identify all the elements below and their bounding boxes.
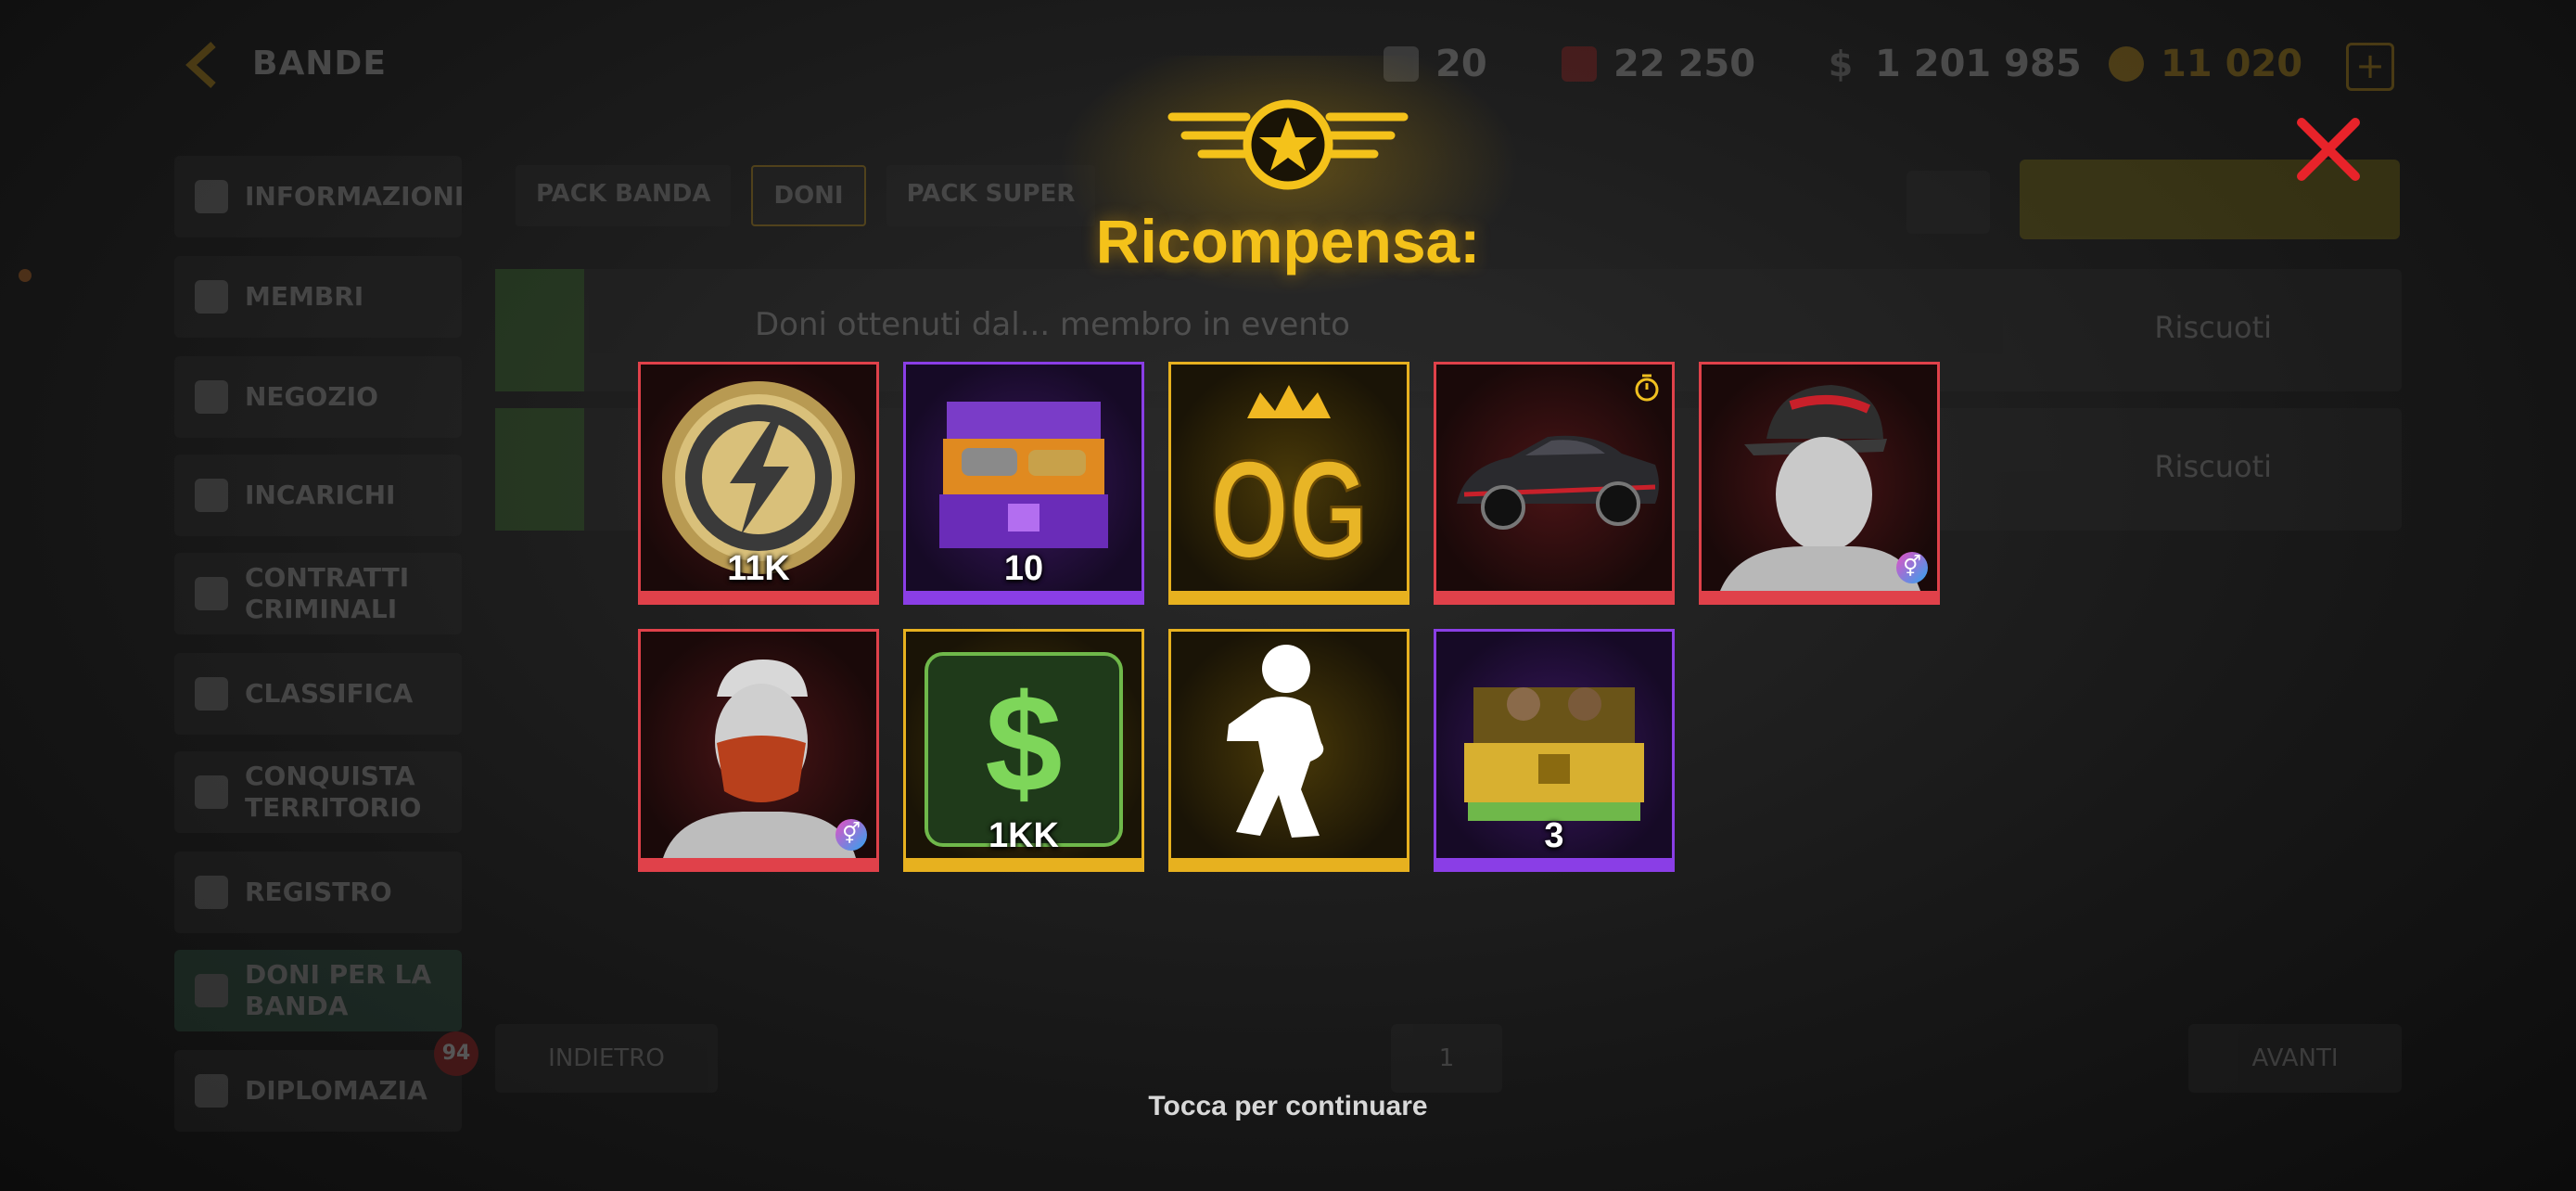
money-counter: $ 1 201 985	[1823, 41, 2082, 87]
sidebar-item-contratti-criminali[interactable]: CONTRATTI CRIMINALI	[174, 553, 462, 634]
sidebar-item-registro[interactable]: REGISTRO	[174, 852, 462, 933]
flag-icon	[195, 775, 228, 809]
building-icon	[195, 577, 228, 610]
log-icon	[195, 876, 228, 909]
prev-page-button[interactable]: INDIETRO	[495, 1024, 718, 1093]
reward-card-mask-avatar[interactable]: ⚥	[638, 629, 879, 872]
winged-star-emblem-icon	[1167, 99, 1409, 190]
item-thumbnail	[495, 269, 584, 391]
dance-emote-icon	[1227, 645, 1324, 838]
reward-card-cap-avatar[interactable]: ⚥	[1699, 362, 1940, 605]
coin-value: 11 020	[2161, 43, 2303, 85]
sidebar-item-label: CLASSIFICA	[245, 678, 414, 709]
reward-quantity: 11K	[727, 549, 790, 588]
rarity-bar	[641, 591, 876, 602]
reward-card-cash[interactable]: $ 1KK	[903, 629, 1144, 872]
claim-button[interactable]: Riscuoti	[2154, 449, 2272, 484]
reward-card-car-chest[interactable]: 10	[903, 362, 1144, 605]
health-icon	[1562, 46, 1597, 82]
og-crown-icon: OG	[1209, 385, 1370, 589]
coin-counter: 11 020	[2109, 41, 2302, 87]
reward-title: Ricompensa:	[1095, 207, 1481, 275]
unisex-icon: ⚥	[1896, 552, 1928, 583]
sidebar-item-label: MEMBRI	[245, 281, 364, 312]
rarity-bar	[1171, 591, 1407, 602]
podium-icon	[195, 677, 228, 711]
rarity-bar	[1702, 591, 1937, 602]
sidebar-item-negozio[interactable]: NEGOZIO	[174, 356, 462, 438]
clipboard-icon	[195, 479, 228, 512]
reward-quantity: 10	[1003, 549, 1044, 588]
next-page-button[interactable]: AVANTI	[2188, 1024, 2402, 1093]
gift-icon	[195, 974, 228, 1007]
dollar-icon: $	[1828, 44, 1854, 84]
add-currency-button[interactable]: +	[2346, 43, 2394, 91]
sidebar-item-incarichi[interactable]: INCARICHI	[174, 455, 462, 536]
reward-quantity: 3	[1544, 816, 1564, 855]
cart-icon	[195, 380, 228, 414]
sidebar-item-label: DONI PER LA BANDA	[245, 959, 432, 1021]
reward-quantity: 1KK	[988, 816, 1060, 855]
sidebar-item-classifica[interactable]: CLASSIFICA	[174, 653, 462, 735]
sidebar-item-label: REGISTRO	[245, 877, 392, 907]
claim-button[interactable]: Riscuoti	[2154, 310, 2272, 345]
rarity-bar	[906, 858, 1141, 869]
reward-card-sports-car[interactable]	[1434, 362, 1675, 605]
reward-card-dance-emote[interactable]	[1168, 629, 1409, 872]
members-icon	[195, 280, 228, 314]
svg-text:$: $	[985, 665, 1062, 821]
item-thumbnail	[495, 408, 584, 531]
rarity-bar	[641, 858, 876, 869]
reward-card-energy-coin[interactable]: 11K	[638, 362, 879, 605]
rarity-bar	[1436, 858, 1672, 869]
sidebar-item-label: CONTRATTI CRIMINALI	[245, 562, 410, 624]
page-number: 1	[1391, 1024, 1502, 1093]
notification-badge: 94	[434, 1031, 478, 1076]
sidebar-item-doni-per-la-banda[interactable]: DONI PER LA BANDA	[174, 950, 462, 1031]
tap-to-continue[interactable]: Tocca per continuare	[0, 1091, 2576, 1122]
sidebar-item-conquista-territorio[interactable]: CONQUISTA TERRITORIO	[174, 751, 462, 833]
reward-card-og-badge[interactable]: OG	[1168, 362, 1409, 605]
back-arrow-icon[interactable]	[176, 37, 232, 93]
unisex-icon: ⚥	[835, 819, 867, 851]
sidebar-item-label: INCARICHI	[245, 480, 396, 510]
money-value: 1 201 985	[1875, 43, 2082, 85]
item-text: Doni ottenuti dal... membro in evento	[755, 306, 1350, 343]
rarity-bar	[1436, 591, 1672, 602]
reward-card-cash-chest[interactable]: 3	[1434, 629, 1675, 872]
coin-icon	[2109, 46, 2144, 82]
health-value: 22 250	[1613, 43, 1756, 85]
sidebar-item-label: NEGOZIO	[245, 381, 378, 412]
timer-icon	[1635, 374, 1659, 402]
rarity-bar	[1171, 858, 1407, 869]
health-counter: 22 250	[1562, 41, 1755, 87]
rarity-bar	[906, 591, 1141, 602]
close-icon[interactable]	[2294, 115, 2363, 184]
page-title: BANDE	[252, 45, 387, 83]
sidebar-item-label: CONQUISTA TERRITORIO	[245, 761, 422, 823]
svg-text:OG: OG	[1210, 431, 1368, 587]
